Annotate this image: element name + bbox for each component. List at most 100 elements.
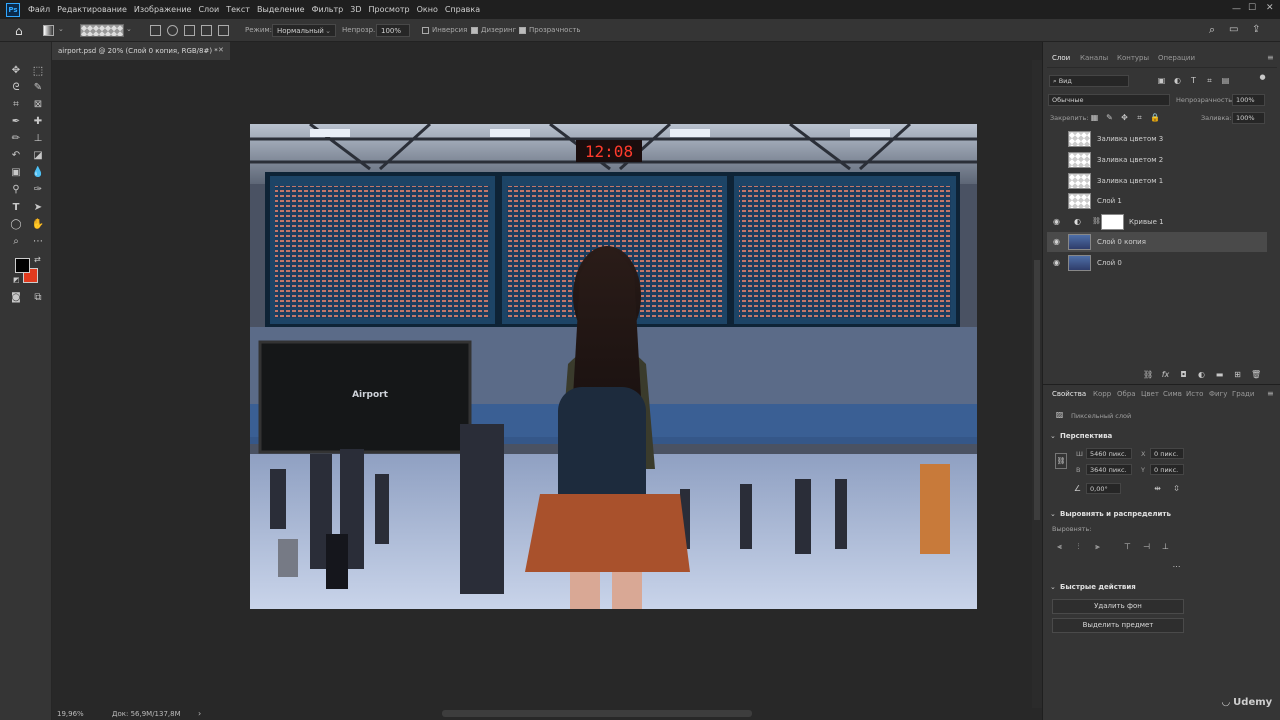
layer-row[interactable]: Заливка цветом 2 [1047, 150, 1267, 170]
menu-edit[interactable]: Редактирование [57, 5, 127, 14]
filter-smart-object-icon[interactable]: ▤ [1221, 76, 1230, 85]
chevron-down-icon[interactable]: ⌄ [58, 25, 64, 33]
default-colors-icon[interactable]: ◩ [13, 276, 20, 284]
zoom-level[interactable]: 19,96% [57, 710, 84, 718]
add-mask-icon[interactable]: ◘ [1179, 370, 1188, 379]
photoshop-logo[interactable]: Ps [6, 2, 20, 17]
angle-gradient-icon[interactable] [184, 25, 195, 36]
menu-window[interactable]: Окно [417, 5, 438, 14]
maximize-icon[interactable]: ☐ [1248, 3, 1256, 13]
menu-text[interactable]: Текст [226, 5, 250, 14]
document-image[interactable]: 12:08 Airport [250, 124, 977, 609]
eyedropper-tool-icon[interactable]: ✒ [9, 114, 23, 128]
width-field[interactable]: 5460 пикс. [1086, 448, 1132, 459]
quick-select-tool-icon[interactable]: ✎ [31, 80, 45, 94]
menu-file[interactable]: Файл [28, 5, 50, 14]
layer-row[interactable]: Слой 1 [1047, 191, 1267, 211]
chevron-down-icon[interactable]: ⌄ [1050, 432, 1056, 440]
panel-menu-icon[interactable]: ≡ [1267, 53, 1274, 62]
invert-checkbox[interactable] [422, 27, 429, 34]
layer-row[interactable]: ◉ Слой 0 копия [1047, 232, 1267, 252]
angle-field[interactable]: 0,00° [1086, 483, 1121, 494]
diamond-gradient-icon[interactable] [218, 25, 229, 36]
share-icon[interactable]: ⇪ [1252, 24, 1260, 35]
filter-shape-icon[interactable]: ⌗ [1205, 76, 1214, 85]
frame-tool-icon[interactable]: ⊠ [31, 97, 45, 111]
align-left-icon[interactable]: ⫷ [1055, 542, 1064, 551]
screen-mode-icon[interactable]: ⧉ [31, 290, 45, 304]
new-layer-icon[interactable]: ⊞ [1233, 370, 1242, 379]
chevron-down-icon[interactable]: ⌄ [1050, 583, 1056, 591]
clone-stamp-tool-icon[interactable]: ⊥ [31, 131, 45, 145]
filter-toggle-icon[interactable]: ● [1258, 73, 1267, 82]
chevron-down-icon[interactable]: ⌄ [1050, 510, 1056, 518]
tab-channels[interactable]: Каналы [1080, 54, 1108, 62]
link-dimensions-icon[interactable]: ⛓ [1055, 453, 1067, 469]
visibility-toggle[interactable] [1053, 135, 1061, 143]
flip-horizontal-icon[interactable]: ⇹ [1153, 484, 1162, 493]
menu-3d[interactable]: 3D [350, 5, 361, 14]
tab-gradients[interactable]: Гради [1232, 390, 1254, 398]
filter-adjustment-icon[interactable]: ◐ [1173, 76, 1182, 85]
lock-transparent-icon[interactable]: ▦ [1090, 113, 1099, 122]
panel-menu-icon[interactable]: ≡ [1267, 389, 1274, 398]
type-tool-icon[interactable]: T [9, 200, 23, 214]
layer-opacity-field[interactable]: 100% [1232, 94, 1265, 106]
menu-filter[interactable]: Фильтр [312, 5, 344, 14]
trash-icon[interactable]: 🗑 [1251, 370, 1261, 379]
home-icon[interactable]: ⌂ [15, 24, 23, 38]
flip-vertical-icon[interactable]: ⇳ [1172, 484, 1181, 493]
hand-tool-icon[interactable]: ✋ [31, 217, 45, 231]
chevron-right-icon[interactable]: › [198, 709, 201, 718]
remove-background-button[interactable]: Удалить фон [1052, 599, 1184, 614]
tab-color[interactable]: Цвет [1141, 390, 1159, 398]
blend-mode-select[interactable]: Обычные [1048, 94, 1170, 106]
tab-properties[interactable]: Свойства [1052, 390, 1086, 398]
ellipse-tool-icon[interactable]: ◯ [9, 217, 23, 231]
scroll-thumb[interactable] [1034, 260, 1040, 520]
minimize-icon[interactable]: — [1232, 4, 1241, 14]
fx-icon[interactable]: fx [1161, 370, 1170, 379]
lock-all-icon[interactable]: 🔒 [1150, 113, 1160, 122]
gradient-preview[interactable] [80, 24, 124, 37]
dither-checkbox[interactable] [471, 27, 478, 34]
quick-mask-icon[interactable]: ◙ [9, 290, 23, 304]
opacity-field[interactable]: 100% [376, 24, 410, 37]
filter-type-icon[interactable]: T [1189, 76, 1198, 85]
menu-image[interactable]: Изображение [134, 5, 192, 14]
align-center-vertical-icon[interactable]: ⊣ [1142, 542, 1151, 551]
healing-brush-tool-icon[interactable]: ✚ [31, 114, 45, 128]
eraser-tool-icon[interactable]: ◪ [31, 148, 45, 162]
zoom-tool-icon[interactable]: ⌕ [9, 234, 23, 248]
tab-shapes[interactable]: Фигу [1209, 390, 1227, 398]
tab-samples[interactable]: Обра [1117, 390, 1136, 398]
filter-pixel-icon[interactable]: ▣ [1157, 76, 1166, 85]
marquee-tool-icon[interactable]: ⬚ [31, 63, 45, 77]
transparency-checkbox[interactable] [519, 27, 526, 34]
more-options-icon[interactable]: ⋯ [1172, 562, 1181, 571]
blur-tool-icon[interactable]: 💧 [31, 165, 45, 179]
layer-row[interactable]: Заливка цветом 3 [1047, 129, 1267, 149]
dodge-tool-icon[interactable]: ⚲ [9, 182, 23, 196]
tab-layers[interactable]: Слои [1052, 54, 1070, 62]
layer-filter-select[interactable]: ⌕ Вид [1049, 75, 1129, 87]
height-field[interactable]: 3640 пикс. [1086, 464, 1132, 475]
eye-icon[interactable]: ◉ [1053, 259, 1061, 267]
path-selection-tool-icon[interactable]: ➤ [31, 200, 45, 214]
close-tab-icon[interactable]: ✕ [218, 46, 224, 54]
align-top-icon[interactable]: ⊤ [1123, 542, 1132, 551]
menu-help[interactable]: Справка [445, 5, 480, 14]
swap-colors-icon[interactable]: ⇄ [34, 255, 41, 264]
menu-layers[interactable]: Слои [198, 5, 219, 14]
lock-pixels-icon[interactable]: ✎ [1105, 113, 1114, 122]
menu-view[interactable]: Просмотр [369, 5, 410, 14]
tab-history[interactable]: Исто [1186, 390, 1203, 398]
tab-actions[interactable]: Операции [1158, 54, 1195, 62]
eye-icon[interactable]: ◉ [1053, 218, 1061, 226]
align-bottom-icon[interactable]: ⊥ [1161, 542, 1170, 551]
visibility-toggle[interactable] [1053, 156, 1061, 164]
more-tools-icon[interactable]: ⋯ [31, 234, 45, 248]
new-group-icon[interactable]: ▬ [1215, 370, 1224, 379]
crop-tool-icon[interactable]: ⌗ [9, 97, 23, 111]
tab-paths[interactable]: Контуры [1117, 54, 1149, 62]
